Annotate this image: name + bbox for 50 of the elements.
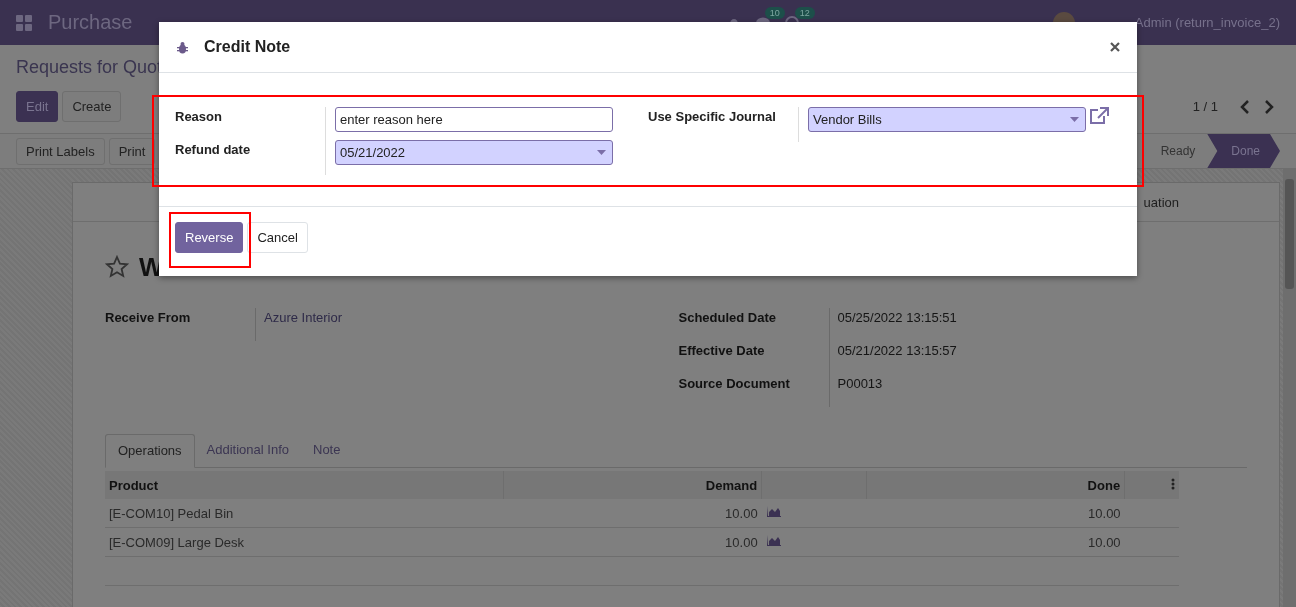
caret-icon: [1070, 117, 1079, 122]
field-value: 05/25/2022 13:15:51: [837, 310, 957, 325]
table-cell: 10.00: [503, 499, 762, 528]
column-header: Done: [866, 471, 1125, 499]
select-input[interactable]: Vendor Bills: [808, 107, 1086, 132]
notification-count: 10: [764, 6, 785, 19]
create-button[interactable]: Create: [62, 91, 122, 122]
action-button[interactable]: Print Labels: [16, 137, 105, 165]
field-label: Source Document: [678, 375, 791, 393]
smart-button[interactable]: uation: [1143, 194, 1179, 210]
field-value: 05/21/2022 13:15:57: [837, 343, 957, 358]
table-cell: 10.00: [866, 527, 1125, 557]
pager-value: 1 / 1: [1192, 99, 1218, 114]
cancel-button[interactable]: Cancel: [247, 222, 308, 253]
star-icon[interactable]: [105, 255, 129, 279]
apps-menu-icon[interactable]: [16, 14, 32, 31]
caret-icon: [597, 150, 606, 155]
edit-button[interactable]: Edit: [16, 91, 59, 122]
table-cell: 10.00: [866, 499, 1125, 528]
field-label: Effective Date: [678, 342, 766, 360]
field-label: Use Specific Journal: [648, 107, 799, 142]
close-icon[interactable]: [1110, 42, 1120, 52]
status-stage[interactable]: Done: [1207, 134, 1280, 168]
external-link-icon[interactable]: [1089, 107, 1109, 125]
column-header: Demand: [503, 471, 762, 499]
table-cell: [E-COM09] Large Desk: [105, 527, 504, 557]
field-label: Refund date: [175, 140, 326, 175]
tab[interactable]: Note: [301, 434, 353, 467]
table-cell: 10.00: [503, 527, 762, 557]
field-link[interactable]: Azure Interior: [264, 310, 343, 325]
field-label: Reason: [175, 107, 326, 140]
scrollbar[interactable]: [1283, 169, 1296, 607]
previous-icon[interactable]: [1240, 99, 1250, 114]
notification-count: 12: [794, 6, 815, 19]
text-input[interactable]: enter reason here: [335, 107, 613, 132]
user-name[interactable]: Admin (return_invoice_2): [1134, 15, 1280, 30]
bug-icon: [176, 40, 189, 54]
field-label: Receive From: [105, 309, 192, 327]
tab[interactable]: Additional Info: [194, 434, 301, 467]
next-icon[interactable]: [1264, 99, 1274, 114]
dialog-title: Credit Note: [204, 38, 291, 56]
column-header: Product: [105, 471, 504, 499]
kebab-menu-icon[interactable]: [1171, 477, 1175, 490]
field-label: Scheduled Date: [678, 309, 778, 327]
reverse-button[interactable]: Reverse: [175, 222, 244, 253]
field-value: P00013: [837, 376, 883, 391]
action-button[interactable]: Print: [108, 137, 156, 165]
table-cell: [E-COM10] Pedal Bin: [105, 499, 504, 528]
date-input[interactable]: 05/21/2022: [335, 140, 613, 165]
tab[interactable]: Operations: [105, 434, 195, 468]
